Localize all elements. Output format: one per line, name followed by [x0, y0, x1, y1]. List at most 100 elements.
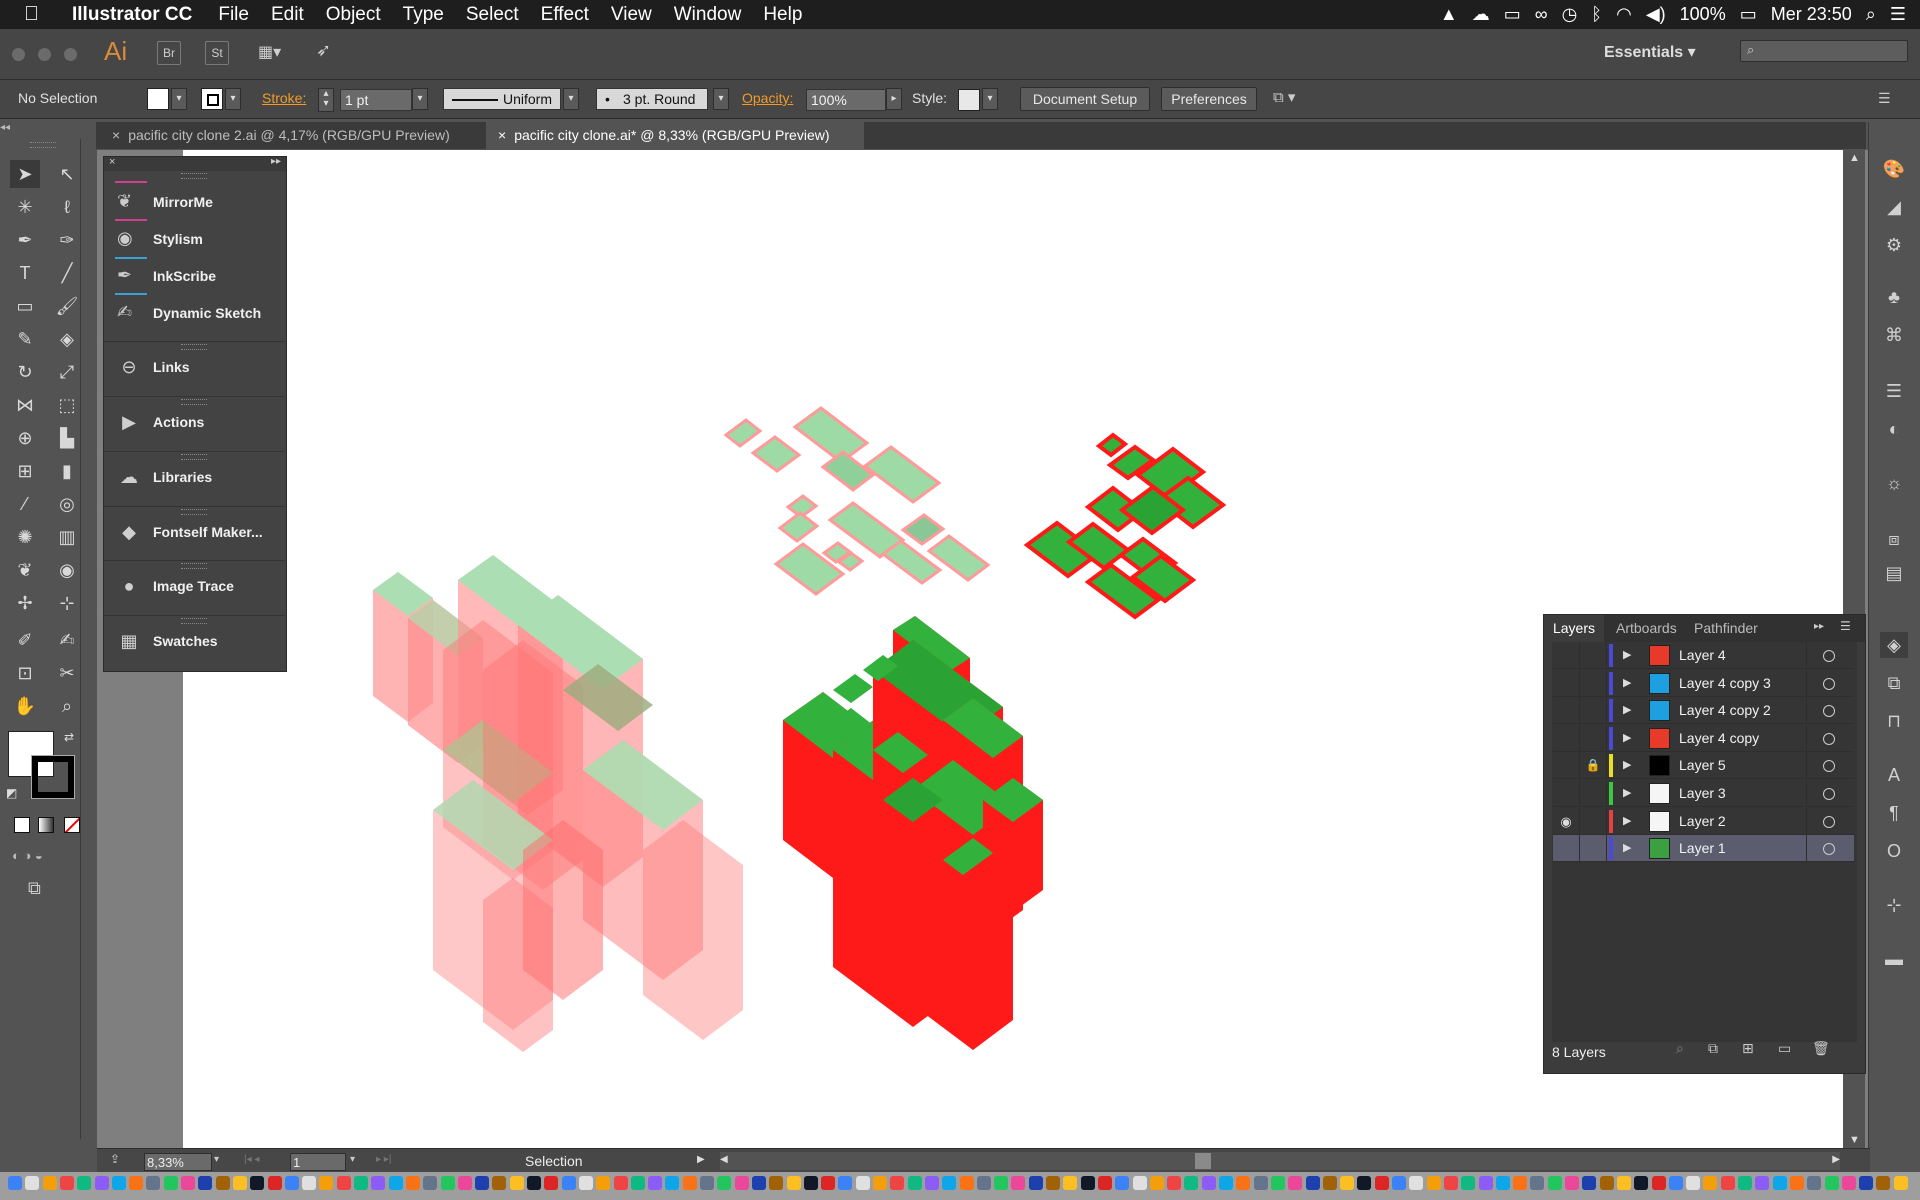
visibility-toggle[interactable]: ◉ [1553, 807, 1580, 835]
dock-app-icon[interactable] [1513, 1176, 1528, 1190]
graphic-style-dropdown[interactable]: ▾ [982, 88, 998, 110]
lock-toggle[interactable] [1580, 780, 1607, 807]
dock-app-icon[interactable] [42, 1176, 57, 1190]
dock-app-icon[interactable] [976, 1176, 991, 1190]
group-grip[interactable] [181, 618, 207, 624]
fill-dropdown[interactable]: ▾ [171, 88, 187, 110]
layer-row[interactable]: ◉ ▶ Layer 2 [1553, 807, 1854, 835]
tab-close-icon[interactable]: × [112, 127, 120, 143]
dock-app-icon[interactable] [1426, 1176, 1441, 1190]
perspective-grid-tool-icon[interactable]: ▙ [52, 424, 82, 452]
layer-row[interactable]: ▶ Layer 3 [1553, 780, 1854, 807]
arrange-objects-icon[interactable]: ⧉ ▾ [1273, 88, 1313, 110]
dock-app-icon[interactable] [613, 1176, 628, 1190]
dock-app-icon[interactable] [734, 1176, 749, 1190]
menu-type[interactable]: Type [403, 4, 444, 26]
dock-app-icon[interactable] [423, 1176, 438, 1190]
layer-name[interactable]: Layer 3 [1679, 780, 1726, 807]
eyedropper-tool-icon[interactable]: ⁄ [10, 490, 40, 518]
transparency-panel-icon[interactable]: ◐ [1880, 416, 1908, 442]
dock-app-icon[interactable] [354, 1176, 368, 1190]
workspace-switcher[interactable]: Essentials ▾ [1604, 42, 1696, 62]
stroke-stepper[interactable]: ▴ ▾ [318, 88, 334, 112]
layer-name[interactable]: Layer 4 copy 3 [1679, 670, 1771, 697]
layer-target-icon[interactable] [1823, 650, 1835, 662]
dock-app-icon[interactable] [302, 1176, 317, 1190]
layer-target-icon[interactable] [1823, 732, 1835, 745]
layer-row[interactable]: 🔒 ▶ Layer 5 [1553, 752, 1854, 780]
scroll-right-icon[interactable]: ▶ [1832, 1154, 1840, 1165]
fontself-panel-button[interactable]: ◆ Fontself Maker... [103, 506, 285, 560]
layer-row[interactable]: ▶ Layer 4 [1553, 642, 1854, 669]
panel-collapse-icon[interactable]: ▸▸ [1814, 621, 1824, 632]
panel-menu-icon[interactable]: ☰ [1840, 619, 1851, 633]
dock-app-icon[interactable] [440, 1176, 455, 1190]
layer-target-icon[interactable] [1823, 815, 1835, 828]
dock-app-icon[interactable] [890, 1176, 905, 1190]
gradient-panel-icon[interactable]: ▬ [1880, 946, 1908, 972]
zoom-tool-icon[interactable]: ⌕ [52, 692, 82, 720]
document-setup-button[interactable]: Document Setup [1020, 87, 1150, 111]
dock-app-icon[interactable] [1634, 1176, 1649, 1190]
new-layer-icon[interactable]: ▭ [1778, 1040, 1791, 1057]
dock-app-icon[interactable] [336, 1176, 351, 1190]
shape-builder-tool-icon[interactable]: ⊕ [10, 424, 40, 452]
arrange-documents-icon[interactable]: ▦▾ [258, 42, 294, 62]
dock-app-icon[interactable] [1668, 1176, 1683, 1190]
dock-app-icon[interactable] [630, 1176, 645, 1190]
tab-close-icon[interactable]: × [498, 127, 506, 143]
dock-app-icon[interactable] [855, 1176, 870, 1190]
stroke-label[interactable]: Stroke: [262, 90, 306, 106]
dock-app-icon[interactable] [1651, 1176, 1666, 1190]
dock-app-icon[interactable] [665, 1176, 680, 1190]
notification-center-icon[interactable]: ☰ [1890, 4, 1906, 25]
dock-app-icon[interactable] [457, 1176, 472, 1190]
tab-pathfinder[interactable]: Pathfinder [1694, 615, 1774, 642]
layer-row[interactable]: ▶ Layer 1 [1553, 835, 1854, 863]
dock-app-icon[interactable] [1478, 1176, 1493, 1190]
stylism-item[interactable]: ◉ Stylism [103, 221, 285, 257]
free-transform-tool-icon[interactable]: ⬚ [52, 391, 82, 419]
dock-app-icon[interactable] [1305, 1176, 1320, 1190]
zoom-level-input[interactable]: 8,33% [144, 1153, 212, 1171]
delete-layer-icon[interactable]: 🗑 [1812, 1040, 1830, 1057]
artboard-tool-icon[interactable]: ⊡ [10, 659, 40, 687]
dock-app-icon[interactable] [1184, 1176, 1199, 1190]
dock-app-icon[interactable] [1547, 1176, 1562, 1190]
dock-app-icon[interactable] [1270, 1176, 1285, 1190]
dock-expand-icon[interactable]: ▸▸ [271, 156, 281, 167]
dock-app-icon[interactable] [1720, 1176, 1735, 1190]
dock-app-icon[interactable] [959, 1176, 974, 1190]
dock-app-icon[interactable] [544, 1176, 559, 1190]
dock-app-icon[interactable] [1686, 1176, 1701, 1190]
dock-app-icon[interactable] [163, 1176, 178, 1190]
dock-app-icon[interactable] [1253, 1176, 1268, 1190]
menu-help[interactable]: Help [763, 4, 802, 26]
dock-app-icon[interactable] [111, 1176, 126, 1190]
dynamic-sketch-tool-icon[interactable]: ✍ [52, 626, 82, 654]
visibility-toggle[interactable] [1553, 697, 1580, 725]
line-tool-icon[interactable]: ╱ [52, 259, 82, 287]
layers-panel-icon[interactable]: ◈ [1880, 632, 1908, 658]
tools-grip[interactable] [30, 142, 56, 148]
dock-app-icon[interactable] [1201, 1176, 1216, 1190]
tab-artboards[interactable]: Artboards [1616, 615, 1684, 642]
dock-app-icon[interactable] [1565, 1176, 1579, 1190]
group-grip[interactable] [181, 399, 207, 405]
layer-name[interactable]: Layer 2 [1679, 808, 1726, 835]
layer-row[interactable]: ▶ Layer 4 copy [1553, 724, 1854, 752]
dock-app-icon[interactable] [1149, 1176, 1164, 1190]
dock-app-icon[interactable] [1409, 1176, 1424, 1190]
dock-app-icon[interactable] [1616, 1176, 1631, 1190]
dock-app-icon[interactable] [994, 1176, 1009, 1190]
menu-file[interactable]: File [218, 4, 249, 26]
menu-effect[interactable]: Effect [541, 4, 589, 26]
dock-app-icon[interactable] [1461, 1176, 1476, 1190]
magic-wand-tool-icon[interactable]: ✳ [10, 193, 40, 221]
opentype-panel-icon[interactable]: O [1880, 838, 1908, 864]
brush-definition[interactable]: • 3 pt. Round [596, 88, 708, 110]
locate-object-icon[interactable]: ⌕ [1676, 1040, 1684, 1057]
dock-app-icon[interactable] [803, 1176, 818, 1190]
time-machine-icon[interactable]: ◷ [1562, 4, 1578, 25]
creative-cloud-icon[interactable]: ∞ [1535, 4, 1548, 25]
